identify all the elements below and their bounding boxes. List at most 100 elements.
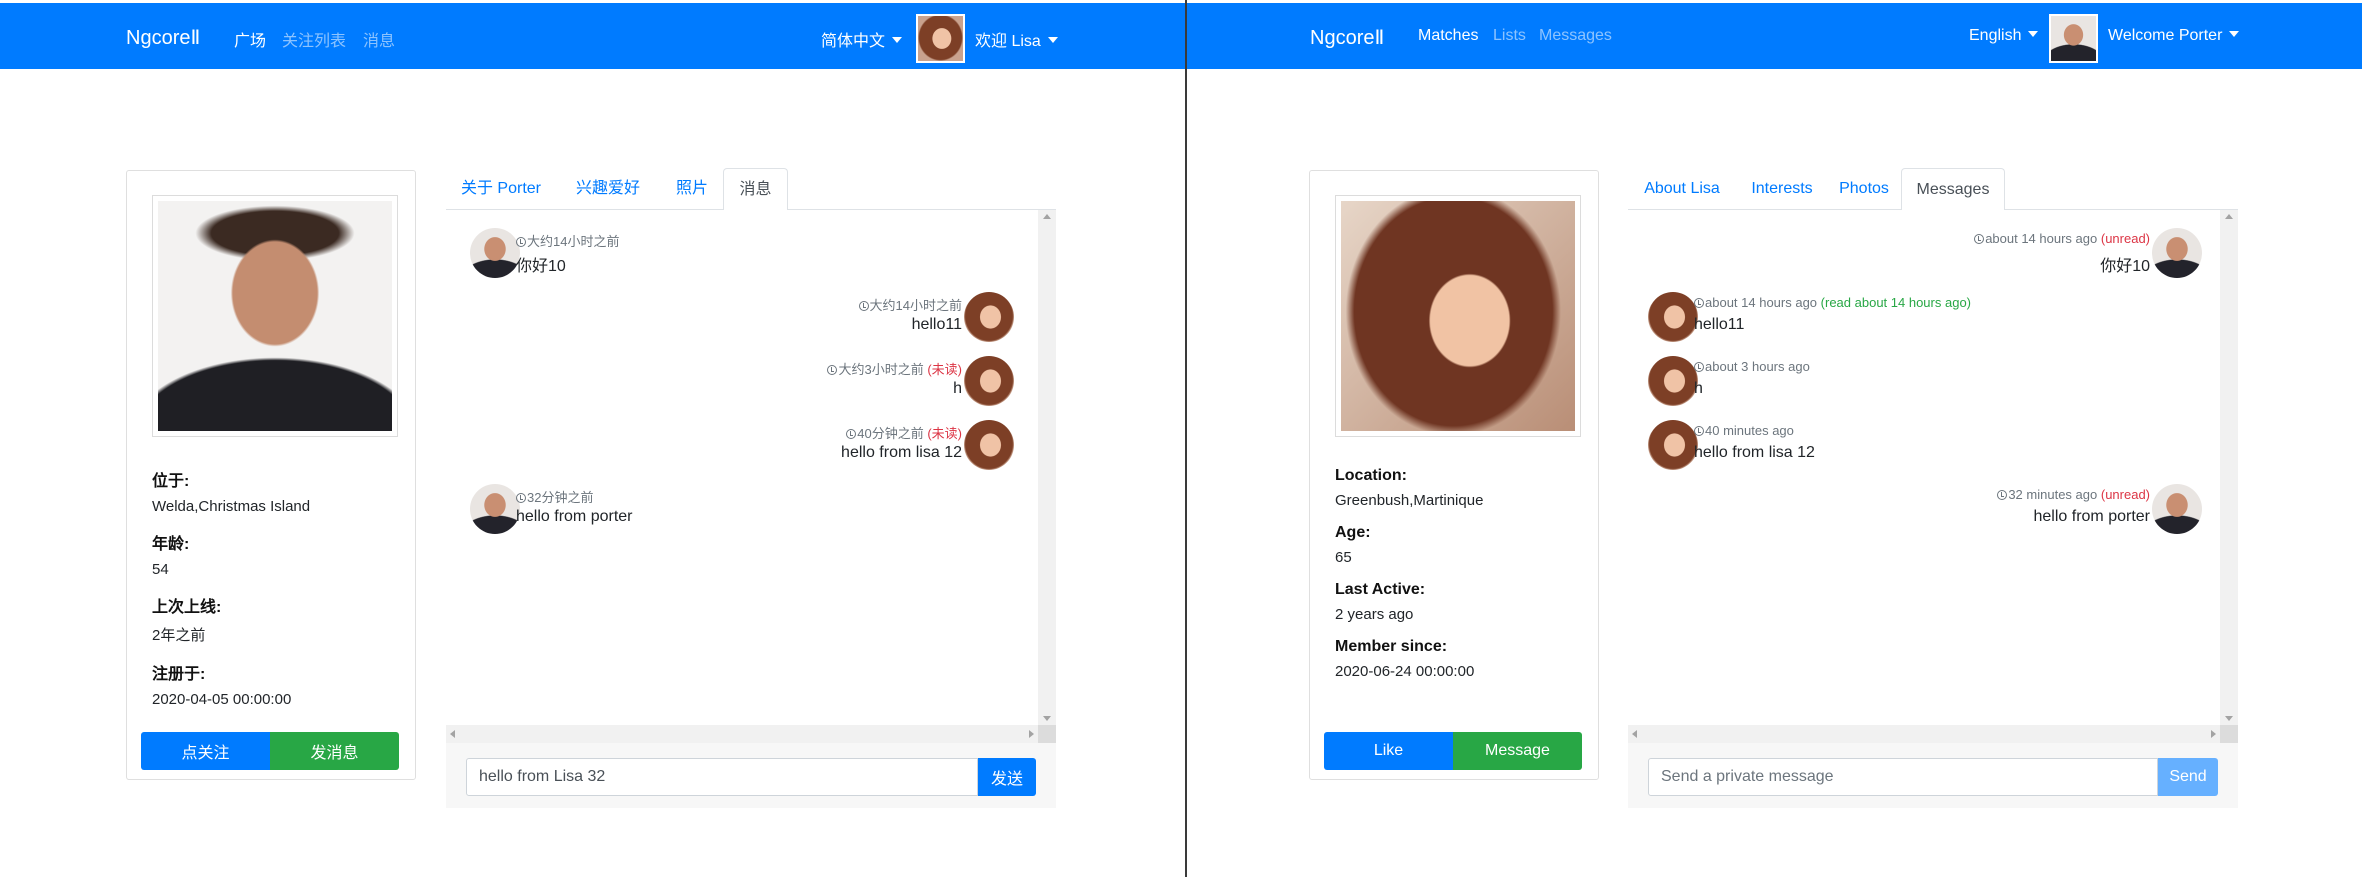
clock-icon xyxy=(846,429,857,439)
vertical-scrollbar[interactable] xyxy=(1038,210,1056,725)
clock-icon xyxy=(1694,298,1704,308)
user-avatar[interactable] xyxy=(916,14,965,63)
scroll-down-arrow-icon[interactable] xyxy=(1043,716,1051,721)
messages-panel: about 14 hours ago (unread) 你好10 about 1… xyxy=(1628,210,2238,808)
tab-photos[interactable]: 照片 xyxy=(661,168,723,210)
location-label: 位于: xyxy=(152,473,190,490)
message-button[interactable]: 发消息 xyxy=(270,732,399,770)
scroll-up-arrow-icon[interactable] xyxy=(2225,214,2233,219)
scroll-left-arrow-icon[interactable] xyxy=(1632,730,1637,738)
user-avatar[interactable] xyxy=(2049,14,2098,63)
message-meta: 大约3小时之前 (未读) xyxy=(827,359,962,378)
brand-logo[interactable]: NgcoreⅡ xyxy=(1310,25,1384,50)
message-time: 32 minutes ago xyxy=(2008,487,2098,502)
user-menu-dropdown[interactable]: Welcome Porter xyxy=(2108,27,2240,45)
like-button[interactable]: Like xyxy=(1324,732,1453,770)
browser-window-lisa: NgcoreⅡ 广场 关注列表 消息 简体中文 欢迎 Lisa 位于: Weld… xyxy=(0,0,1185,877)
clock-icon xyxy=(827,365,838,375)
message-thread[interactable]: about 14 hours ago (unread) 你好10 about 1… xyxy=(1628,210,2220,725)
message-item: about 3 hours ago h xyxy=(1648,356,1948,410)
message-text: hello from lisa 12 xyxy=(1694,444,1815,461)
sender-avatar xyxy=(470,484,520,534)
tab-about[interactable]: 关于 Porter xyxy=(446,168,556,210)
clock-icon xyxy=(858,301,869,311)
message-time: 大约14小时之前 xyxy=(527,234,620,249)
location-value: Welda,Christmas Island xyxy=(152,498,311,515)
message-button[interactable]: Message xyxy=(1453,732,1582,770)
message-text: hello from lisa 12 xyxy=(841,444,962,461)
message-time: about 3 hours ago xyxy=(1705,359,1810,374)
nav-link-messages[interactable]: Messages xyxy=(1539,27,1612,45)
scroll-down-arrow-icon[interactable] xyxy=(2225,716,2233,721)
sender-avatar xyxy=(2152,228,2202,278)
browser-window-porter: NgcoreⅡ Matches Lists Messages English W… xyxy=(1187,0,2362,877)
message-item: 32分钟之前 hello from porter xyxy=(470,484,770,538)
horizontal-scrollbar[interactable] xyxy=(1628,725,2220,743)
sender-avatar xyxy=(964,356,1014,406)
message-time: 40 minutes ago xyxy=(1705,423,1794,438)
member-since-value: 2020-04-05 00:00:00 xyxy=(152,691,292,708)
member-since-value: 2020-06-24 00:00:00 xyxy=(1335,663,1475,680)
send-button[interactable]: 发送 xyxy=(978,758,1036,796)
profile-tabs: About Lisa Interests Photos Messages abo… xyxy=(1628,168,2238,808)
clock-icon xyxy=(1694,426,1704,436)
scroll-left-arrow-icon[interactable] xyxy=(450,730,455,738)
message-meta: 40 minutes ago xyxy=(1694,423,1794,438)
message-input[interactable] xyxy=(466,758,978,796)
scroll-up-arrow-icon[interactable] xyxy=(1043,214,1051,219)
horizontal-scrollbar[interactable] xyxy=(446,725,1038,743)
location-value: Greenbush,Martinique xyxy=(1335,492,1484,509)
message-text: hello from porter xyxy=(516,508,633,525)
message-time: 40分钟之前 xyxy=(857,426,924,441)
message-item: 40 minutes ago hello from lisa 12 xyxy=(1648,420,1948,474)
nav-link-messages[interactable]: 消息 xyxy=(363,27,395,51)
language-dropdown[interactable]: 简体中文 xyxy=(821,27,903,51)
tab-interests[interactable]: Interests xyxy=(1738,168,1826,210)
sender-avatar xyxy=(2152,484,2202,534)
scroll-right-arrow-icon[interactable] xyxy=(1029,730,1034,738)
tab-interests[interactable]: 兴趣爱好 xyxy=(558,168,658,210)
nav-link-matches[interactable]: Matches xyxy=(1418,27,1478,45)
scroll-right-arrow-icon[interactable] xyxy=(2211,730,2216,738)
message-item: 40分钟之前 (未读) hello from lisa 12 xyxy=(714,420,1014,474)
message-composer: 发送 xyxy=(466,758,1036,796)
message-item: 大约14小时之前 你好10 xyxy=(470,228,770,282)
tab-photos[interactable]: Photos xyxy=(1828,168,1900,210)
message-text: hello11 xyxy=(1694,316,1745,333)
nav-link-lists[interactable]: 关注列表 xyxy=(282,27,346,51)
like-button[interactable]: 点关注 xyxy=(141,732,270,770)
profile-card: Location: Greenbush,Martinique Age: 65 L… xyxy=(1309,170,1599,780)
clock-icon xyxy=(516,493,526,503)
message-item: 大约14小时之前 hello11 xyxy=(714,292,1014,346)
member-since-label: 注册于: xyxy=(152,666,206,683)
tab-about[interactable]: About Lisa xyxy=(1628,168,1736,210)
send-button[interactable]: Send xyxy=(2158,758,2218,796)
last-active-label: 上次上线: xyxy=(152,599,222,616)
tab-messages[interactable]: 消息 xyxy=(723,168,788,211)
message-composer: Send xyxy=(1648,758,2218,796)
message-time: 大约14小时之前 xyxy=(869,298,962,313)
brand-logo[interactable]: NgcoreⅡ xyxy=(126,25,200,50)
sender-avatar xyxy=(1648,356,1698,406)
message-time: 大约3小时之前 xyxy=(838,362,924,377)
message-input[interactable] xyxy=(1648,758,2158,796)
message-item: about 14 hours ago (unread) 你好10 xyxy=(1902,228,2202,282)
message-text: h xyxy=(1694,380,1703,397)
message-item: about 14 hours ago (read about 14 hours … xyxy=(1648,292,1978,346)
vertical-scrollbar[interactable] xyxy=(2220,210,2238,725)
profile-info: 位于: Welda,Christmas Island 年龄: 54 上次上线: … xyxy=(152,467,402,708)
nav-link-lists[interactable]: Lists xyxy=(1493,27,1526,45)
message-item: 大约3小时之前 (未读) h xyxy=(714,356,1014,410)
tab-messages[interactable]: Messages xyxy=(1901,168,2005,211)
profile-info: Location: Greenbush,Martinique Age: 65 L… xyxy=(1335,467,1585,680)
message-text: 你好10 xyxy=(516,258,566,275)
language-dropdown[interactable]: English xyxy=(1969,27,2039,45)
message-meta: 大约14小时之前 xyxy=(516,231,619,250)
nav-link-matches[interactable]: 广场 xyxy=(234,27,266,51)
sender-avatar xyxy=(964,420,1014,470)
welcome-label: Welcome Porter xyxy=(2108,27,2223,44)
message-item: 32 minutes ago (unread) hello from porte… xyxy=(1902,484,2202,538)
last-active-value: 2年之前 xyxy=(152,627,206,644)
user-menu-dropdown[interactable]: 欢迎 Lisa xyxy=(975,27,1058,51)
message-thread[interactable]: 大约14小时之前 你好10 大约14小时之前 hello11 大约3小时之前 (… xyxy=(446,210,1038,725)
